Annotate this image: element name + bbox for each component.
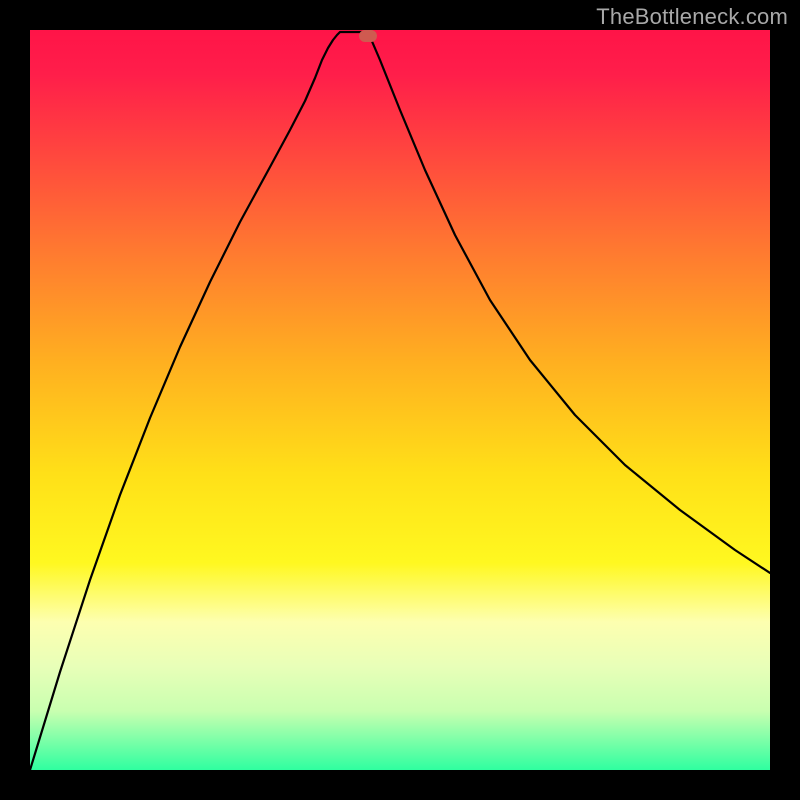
plot-area [30,30,770,770]
chart-frame: TheBottleneck.com [0,0,800,800]
optimal-marker [359,30,377,42]
bottleneck-curve [30,30,770,770]
watermark-text: TheBottleneck.com [596,4,788,30]
